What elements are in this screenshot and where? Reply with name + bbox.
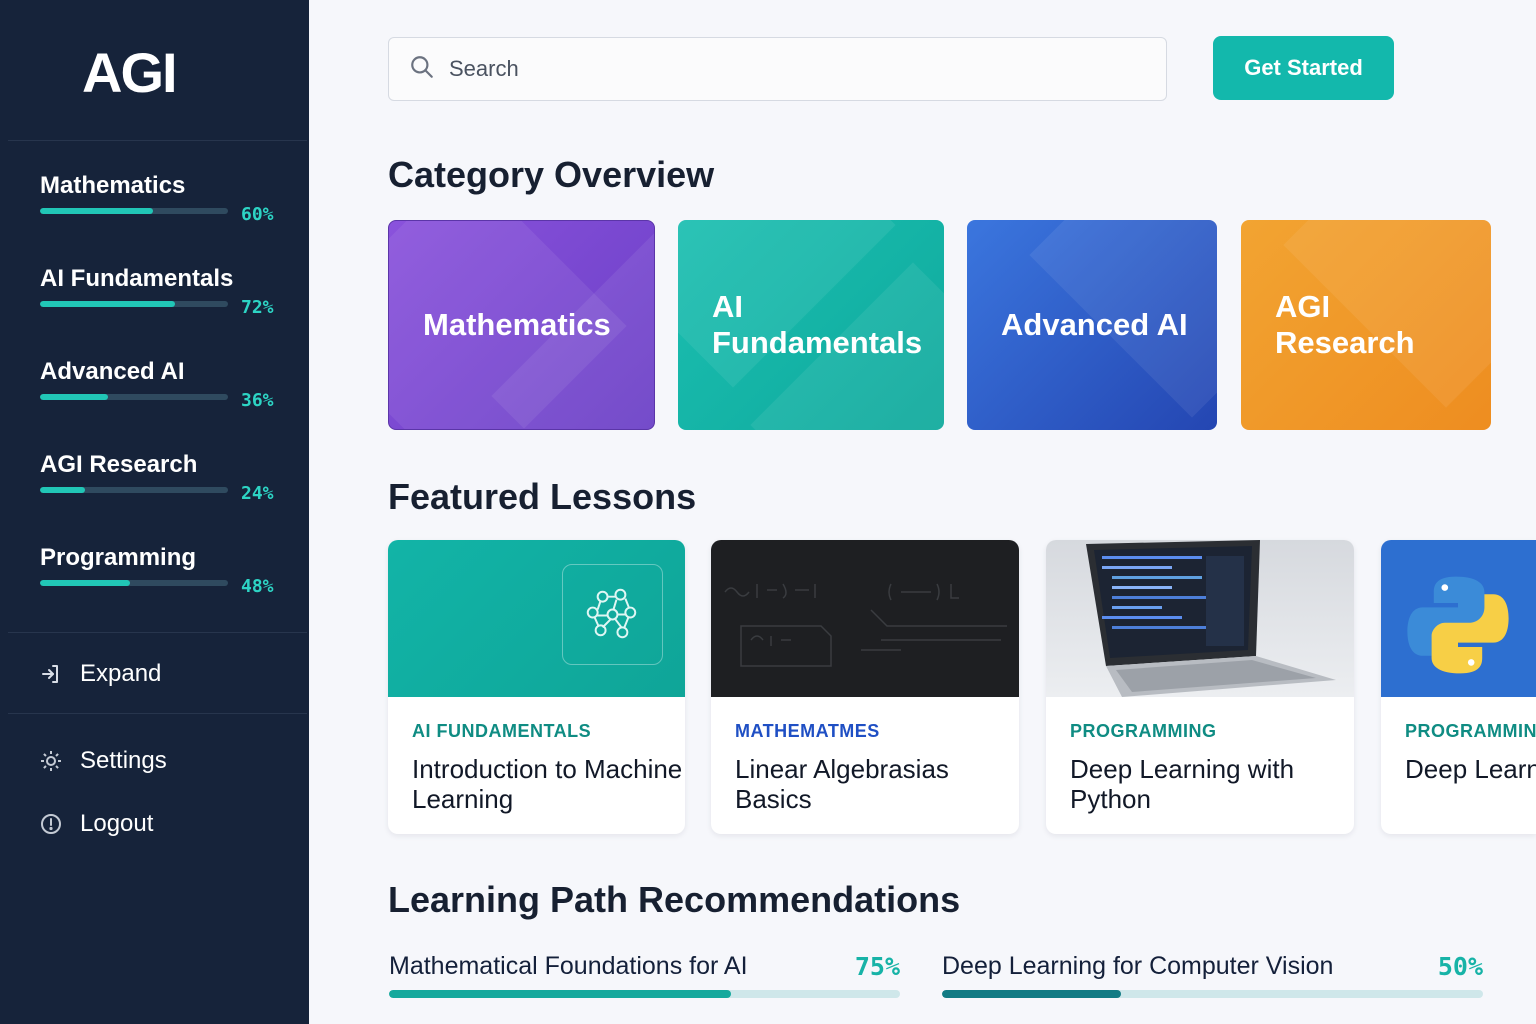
lesson-card[interactable]: MATHEMATMES Linear Algebrasias Basics — [711, 540, 1019, 834]
progress-track — [942, 990, 1483, 998]
progress-track — [40, 580, 228, 586]
learning-path-label: Mathematical Foundations for AI — [389, 952, 748, 980]
sidebar-divider — [8, 713, 307, 714]
search-input[interactable] — [449, 56, 1129, 82]
progress-fill — [389, 990, 732, 998]
logout-icon — [36, 809, 66, 839]
lesson-title: Introduction to Machine Learning — [412, 754, 683, 814]
brain-network-icon — [562, 564, 663, 665]
sidebar-item-ai-fundamentals[interactable]: AI Fundamentals 72% — [40, 265, 290, 335]
featured-lessons-title: Featured Lessons — [388, 476, 697, 517]
lesson-title: Linear Algebrasias Basics — [735, 754, 949, 814]
progress-fill — [40, 487, 86, 493]
app-logo: AGI — [82, 41, 178, 104]
category-card-advanced-ai[interactable]: Advanced AI — [967, 220, 1217, 430]
lesson-thumbnail — [711, 540, 1019, 697]
progress-percent: 60% — [241, 204, 274, 225]
progress-fill — [40, 301, 176, 307]
progress-percent: 36% — [241, 390, 274, 411]
chalkboard-equations — [724, 583, 1007, 667]
learning-paths-title: Learning Path Recommendations — [388, 879, 961, 920]
lesson-title: Deep Learning with Python — [1070, 754, 1295, 814]
logout-label: Logout — [80, 810, 154, 837]
sidebar-item-mathematics[interactable]: Mathematics 60% — [40, 172, 290, 242]
learning-path-item[interactable]: Mathematical Foundations for AI 75% — [389, 948, 900, 1008]
category-card-ai-fundamentals[interactable]: AI Fundamentals — [678, 220, 944, 430]
learning-path-label: Deep Learning for Computer Vision — [942, 952, 1334, 980]
expand-button[interactable]: Expand — [36, 656, 286, 692]
category-card-label: AGI Research — [1275, 289, 1415, 360]
learning-path-percent: 75% — [854, 952, 900, 981]
expand-icon — [36, 659, 66, 689]
search-icon — [409, 54, 435, 85]
sidebar-item-label: Advanced AI — [40, 358, 185, 385]
lesson-card[interactable]: AI FUNDAMENTALS Introduction to Machine … — [388, 540, 685, 834]
category-card-mathematics[interactable]: Mathematics — [388, 220, 655, 430]
laptop-code — [1086, 540, 1336, 697]
progress-percent: 24% — [241, 483, 274, 504]
lesson-thumbnail — [388, 540, 685, 697]
lesson-card[interactable]: PROGRAMMIN Deep Learn Techniqued — [1381, 540, 1536, 834]
sidebar-item-label: AGI Research — [40, 451, 198, 478]
category-card-label: AI Fundamentals — [712, 289, 923, 360]
category-overview-title: Category Overview — [388, 154, 715, 195]
progress-percent: 72% — [241, 297, 274, 318]
lesson-thumbnail — [1381, 540, 1536, 697]
learning-path-item[interactable]: Deep Learning for Computer Vision 50% — [942, 948, 1483, 1008]
expand-label: Expand — [80, 660, 162, 687]
progress-fill — [942, 990, 1121, 998]
sidebar: AGI Mathematics 60% AI Fundamentals 72% … — [0, 0, 309, 1024]
progress-track — [389, 990, 900, 998]
logout-button[interactable]: Logout — [36, 806, 286, 842]
sidebar-divider — [8, 140, 307, 141]
sidebar-item-advanced-ai[interactable]: Advanced AI 36% — [40, 358, 290, 428]
lesson-category-tag: MATHEMATMES — [735, 721, 880, 741]
sidebar-item-programming[interactable]: Programming 48% — [40, 544, 290, 614]
progress-track — [40, 301, 228, 307]
category-card-label: Mathematics — [423, 307, 611, 342]
progress-fill — [40, 208, 153, 214]
sidebar-item-agi-research[interactable]: AGI Research 24% — [40, 451, 290, 521]
settings-label: Settings — [80, 747, 167, 774]
progress-fill — [40, 394, 108, 400]
search-bar[interactable] — [388, 37, 1167, 101]
category-card-agi-research[interactable]: AGI Research — [1241, 220, 1491, 430]
progress-track — [40, 208, 228, 214]
lesson-thumbnail — [1046, 540, 1354, 697]
get-started-button[interactable]: Get Started — [1213, 36, 1394, 100]
lesson-category-tag: PROGRAMMIN — [1405, 721, 1536, 741]
lesson-category-tag: AI FUNDAMENTALS — [412, 721, 592, 741]
lesson-card[interactable]: PROGRAMMING Deep Learning with Python — [1046, 540, 1354, 834]
progress-track — [40, 487, 228, 493]
lesson-title: Deep Learn Techniqued — [1405, 754, 1536, 784]
progress-percent: 48% — [241, 576, 274, 597]
sidebar-item-label: Programming — [40, 544, 197, 571]
gear-icon — [36, 746, 66, 776]
sidebar-item-label: AI Fundamentals — [40, 265, 234, 292]
progress-track — [40, 394, 228, 400]
sidebar-divider — [8, 632, 307, 633]
learning-path-percent: 50% — [1437, 952, 1483, 981]
settings-button[interactable]: Settings — [36, 743, 286, 779]
category-card-label: Advanced AI — [1001, 307, 1188, 342]
progress-fill — [40, 580, 131, 586]
python-logo-icon — [1407, 576, 1509, 674]
sidebar-item-label: Mathematics — [40, 172, 186, 199]
lesson-category-tag: PROGRAMMING — [1070, 721, 1217, 741]
